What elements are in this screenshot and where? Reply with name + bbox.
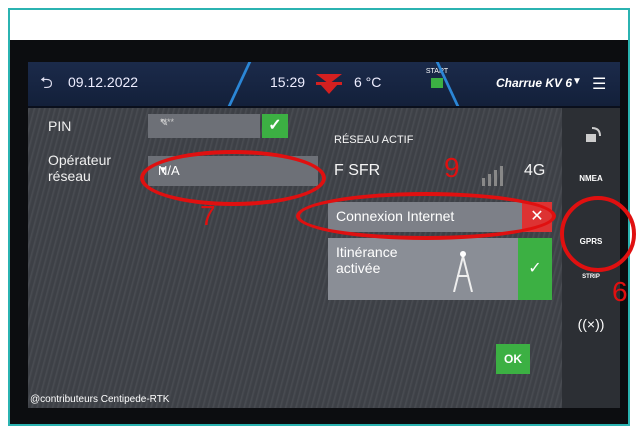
annotation-9: 9 <box>444 152 460 183</box>
brand-logo-icon <box>316 74 342 94</box>
roaming-row[interactable]: Itinérance activée <box>328 238 518 300</box>
start-icon <box>431 78 443 88</box>
temperature-label: 6 °C <box>354 74 382 90</box>
antenna-tower-icon <box>453 251 473 292</box>
roaming-line1: Itinérance <box>336 244 398 260</box>
active-network-label: RÉSEAU ACTIF <box>334 134 414 146</box>
roaming-toggle-on[interactable]: ✓ <box>518 238 552 300</box>
signal-strength-icon <box>482 166 503 186</box>
roaming-line2: activée <box>336 260 381 276</box>
strip-tab[interactable]: STRIP <box>568 274 614 310</box>
top-bar: ⮌ 09.12.2022 15:29 6 °C START Charrue KV… <box>28 62 620 108</box>
wireless-signal-icon[interactable]: ((×)) <box>568 316 614 352</box>
time-label: 15:29 <box>270 74 306 90</box>
back-icon[interactable]: ⮌ <box>40 72 53 99</box>
operator-label-line1: Opérateur <box>48 152 112 168</box>
terminal-screen: ⮌ 09.12.2022 15:29 6 °C START Charrue KV… <box>28 62 620 408</box>
satellite-icon <box>586 127 601 142</box>
photo-credit: @contributeurs Centipede-RTK <box>30 394 170 405</box>
pin-confirm-button[interactable]: ✓ <box>262 114 288 138</box>
pin-label: PIN <box>48 118 72 134</box>
hamburger-menu-icon[interactable]: ☰ <box>592 74 606 94</box>
satellite-tab[interactable] <box>568 124 614 160</box>
chevron-down-icon[interactable]: ▼ <box>572 76 582 87</box>
implement-profile[interactable]: Charrue KV 6 <box>496 76 572 90</box>
annotation-ellipse-operator <box>140 150 326 206</box>
network-operator: F SFR <box>334 162 381 179</box>
operator-label-line2: réseau <box>48 168 91 184</box>
header-swoosh-left <box>187 62 252 106</box>
nmea-label: NMEA <box>579 174 603 183</box>
edit-icon: ✎ <box>160 118 169 129</box>
annotation-7: 7 <box>200 200 216 231</box>
ok-button[interactable]: OK <box>496 344 530 374</box>
pin-input[interactable]: **** ✎ <box>148 114 260 138</box>
roaming-label: Itinérance activée <box>336 244 426 276</box>
strip-label: STRIP <box>582 274 600 280</box>
annotation-ellipse-connection <box>296 192 556 240</box>
network-type: 4G <box>524 162 546 179</box>
date-label: 09.12.2022 <box>68 74 139 90</box>
annotation-6: 6 <box>612 276 628 307</box>
annotation-ellipse-gprs <box>560 196 636 272</box>
